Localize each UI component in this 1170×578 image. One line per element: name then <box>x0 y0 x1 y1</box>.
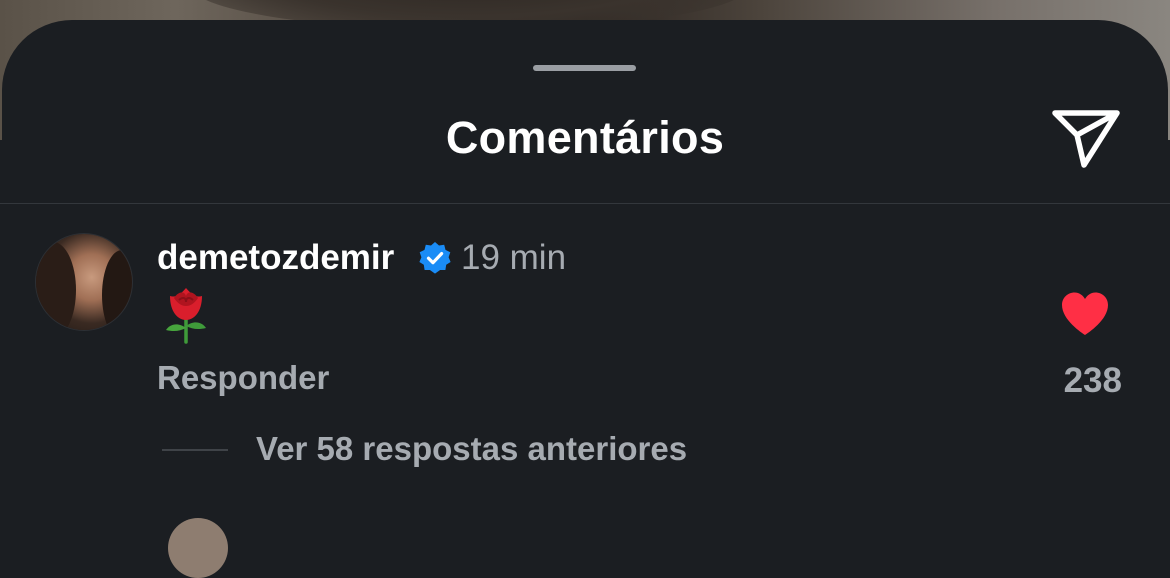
avatar[interactable] <box>36 234 132 330</box>
sheet-title: Comentários <box>445 112 725 163</box>
replies-connector-line <box>162 449 228 451</box>
avatar-hair-right <box>102 250 132 330</box>
like-count: 238 <box>1063 361 1122 400</box>
paper-plane-icon[interactable] <box>1050 104 1122 170</box>
avatar-hair-left <box>36 242 76 330</box>
view-previous-replies-button[interactable]: Ver 58 respostas anteriores <box>256 428 687 470</box>
reply-button[interactable]: Responder <box>157 357 329 399</box>
rose-emoji <box>166 288 206 344</box>
next-comment-avatar[interactable] <box>168 518 228 578</box>
comment-timestamp: 19 min <box>461 238 567 277</box>
comment-username[interactable]: demetozdemir <box>157 236 394 280</box>
sheet-drag-handle[interactable] <box>533 65 636 71</box>
verified-badge-icon <box>419 242 451 274</box>
heart-icon[interactable] <box>1060 291 1110 337</box>
header-divider <box>0 203 1170 204</box>
